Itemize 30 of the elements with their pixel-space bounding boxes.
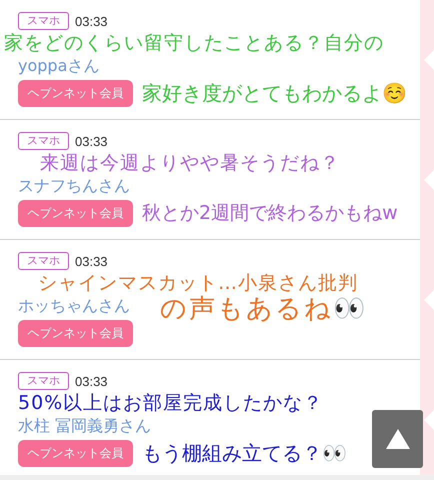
caption-text: 秋とか2週間で終わるかもねw xyxy=(142,202,398,224)
post-time: 03:33 xyxy=(75,14,108,28)
caption-text: 来週は今週よりやや暑そうだね？ xyxy=(40,152,340,174)
left-arrow-icon[interactable] xyxy=(424,170,434,190)
scroll-top-button[interactable] xyxy=(372,410,423,468)
post-time: 03:33 xyxy=(75,254,108,268)
up-arrow-icon xyxy=(386,429,410,449)
caption-text: の声もあるね👀 xyxy=(160,294,367,324)
member-button[interactable]: ヘブンネット会員 xyxy=(18,440,133,467)
user-name[interactable]: ホッちゃんさん xyxy=(18,296,130,316)
left-arrow-icon[interactable] xyxy=(424,50,434,70)
left-arrow-icon[interactable] xyxy=(424,290,434,310)
caption-text: 家をどのくらい留守したことある？自分の xyxy=(4,32,384,54)
member-button[interactable]: ヘブンネット会員 xyxy=(18,200,133,227)
post-time: 03:33 xyxy=(75,134,108,148)
caption-text: 50%以上はお部屋完成したかな？ xyxy=(18,392,324,414)
user-name[interactable]: 水柱 冨岡義勇さん xyxy=(18,416,152,436)
member-button[interactable]: ヘブンネット会員 xyxy=(18,320,133,347)
device-tag: スマホ xyxy=(18,252,69,270)
device-tag: スマホ xyxy=(18,12,69,30)
post-time: 03:33 xyxy=(75,374,108,388)
user-name[interactable]: yoppaさん xyxy=(18,56,100,76)
caption-text: 家好き度がとてもわかるよ☺ xyxy=(142,82,407,104)
user-name[interactable]: スナフちんさん xyxy=(18,176,130,196)
device-tag: スマホ xyxy=(18,372,69,390)
caption-text: もう棚組み立てる？👀 xyxy=(142,442,347,464)
left-arrow-icon[interactable] xyxy=(424,410,434,430)
caption-text: シャインマスカット…小泉さん批判 xyxy=(38,272,358,294)
member-button[interactable]: ヘブンネット会員 xyxy=(18,80,133,107)
device-tag: スマホ xyxy=(18,132,69,150)
